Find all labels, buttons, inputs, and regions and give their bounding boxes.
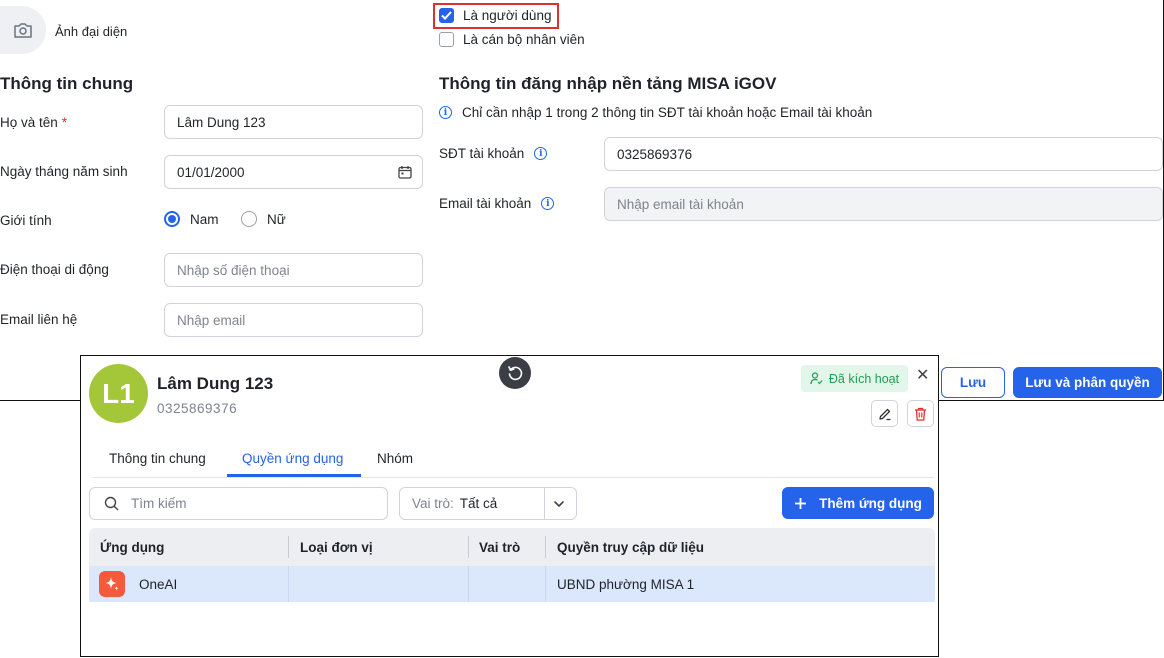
search-placeholder: Tìm kiếm [131,496,187,511]
phone-info-icon[interactable]: i [534,147,548,160]
pencil-icon [878,408,890,420]
is-staff-checkbox[interactable] [439,32,454,47]
role-filter-value: Tất cả [459,496,498,511]
row-divider [545,566,546,602]
avatar-label: Ảnh đại diện [55,24,128,39]
panel-user-name: Lâm Dung 123 [157,374,274,393]
tab-groups[interactable]: Nhóm [377,451,413,466]
refresh-icon [508,366,523,381]
role-filter-select[interactable]: Vai trò: Tất cả [399,487,577,520]
mobile-label: Điện thoại di động [0,262,109,277]
is-staff-checkbox-row[interactable]: Là cán bộ nhân viên [439,32,585,47]
dob-label: Ngày tháng năm sinh [0,164,128,179]
header-unit-type: Loại đơn vị [300,539,373,555]
delete-button[interactable] [907,400,934,427]
is-staff-label: Là cán bộ nhân viên [463,32,585,47]
user-avatar: L1 [89,364,148,423]
header-role: Vai trò [479,539,521,555]
info-icon: i [439,106,452,119]
gender-female-option[interactable]: Nữ [241,211,286,227]
table-header: Ứng dụng Loại đơn vị Vai trò Quyền truy … [89,528,935,566]
save-and-assign-button[interactable]: Lưu và phân quyền [1013,367,1162,398]
header-data-access: Quyền truy cập dữ liệu [557,539,705,555]
row-divider [468,566,469,602]
account-email-label: Email tài khoản i [439,196,555,211]
sparkle-icon [105,577,119,591]
status-badge: Đã kích hoạt [801,365,908,392]
contact-email-label: Email liên hệ [0,312,78,327]
account-phone-label: SĐT tài khoản i [439,146,548,161]
account-phone-input[interactable]: 0325869376 [604,137,1163,171]
mobile-input[interactable]: Nhập số điện thoại [164,253,423,287]
gender-male-radio[interactable] [164,211,180,227]
select-divider [544,488,545,519]
row-divider [288,566,289,602]
search-icon [104,496,119,511]
tab-general[interactable]: Thông tin chung [109,451,206,466]
status-text: Đã kích hoạt [828,371,900,386]
gender-label: Giới tính [0,213,52,228]
gender-male-option[interactable]: Nam [164,211,219,227]
user-form: Ảnh đại diện Là người dùng Là cán bộ nhâ… [0,0,1164,401]
login-hint: i Chỉ cần nhập 1 trong 2 thông tin SĐT t… [439,105,872,120]
cell-app: OneAI [99,566,177,602]
is-user-checkbox[interactable] [439,8,454,23]
header-app: Ứng dụng [100,539,165,555]
gender-male-label: Nam [190,211,219,227]
login-section-title: Thông tin đăng nhập nền tảng MISA iGOV [439,74,777,93]
avatar-upload[interactable] [0,6,46,54]
close-icon[interactable]: ✕ [916,365,929,385]
user-check-icon [810,372,823,385]
cell-data-access: UBND phường MISA 1 [557,576,695,592]
general-section-title: Thông tin chung [0,74,134,93]
camera-icon [14,23,32,38]
calendar-icon[interactable] [398,165,412,179]
gender-female-label: Nữ [267,211,286,227]
panel-user-phone: 0325869376 [157,401,238,416]
chevron-down-icon[interactable] [552,497,566,511]
plus-icon [795,497,807,509]
checkmark-icon [441,11,452,20]
column-divider[interactable] [288,536,289,558]
dob-input[interactable]: 01/01/2000 [164,155,423,189]
active-tab-indicator [227,474,361,477]
column-divider[interactable] [545,536,546,558]
save-button[interactable]: Lưu [941,367,1005,398]
search-input[interactable]: Tìm kiếm [89,487,388,520]
role-filter-label: Vai trò: [412,496,454,511]
app-permission-table: Ứng dụng Loại đơn vị Vai trò Quyền truy … [89,528,935,602]
add-app-button[interactable]: Thêm ứng dụng [782,487,934,519]
user-detail-panel: L1 Lâm Dung 123 0325869376 Đã kích hoạt … [80,355,939,657]
is-user-label: Là người dùng [463,8,552,23]
full-name-input[interactable]: Lâm Dung 123 [164,105,423,139]
account-email-input[interactable]: Nhập email tài khoản [604,187,1163,221]
gender-female-radio[interactable] [241,211,257,227]
required-mark: * [61,115,68,130]
is-user-checkbox-row[interactable]: Là người dùng [439,8,551,23]
login-hint-text: Chỉ cần nhập 1 trong 2 thông tin SĐT tài… [462,105,873,120]
add-app-label: Thêm ứng dụng [819,495,922,511]
panel-tabs: Thông tin chung Quyền ứng dụng Nhóm [93,444,934,478]
contact-email-input[interactable]: Nhập email [164,303,423,337]
oneai-app-icon [99,571,125,597]
trash-icon [915,407,926,421]
reload-button[interactable] [499,357,531,389]
edit-button[interactable] [871,400,898,427]
table-row[interactable]: OneAI UBND phường MISA 1 [89,566,935,602]
tab-app-permissions[interactable]: Quyền ứng dụng [242,451,343,466]
column-divider[interactable] [468,536,469,558]
email-info-icon[interactable]: i [541,197,555,210]
full-name-label: Họ và tên * [0,115,68,130]
